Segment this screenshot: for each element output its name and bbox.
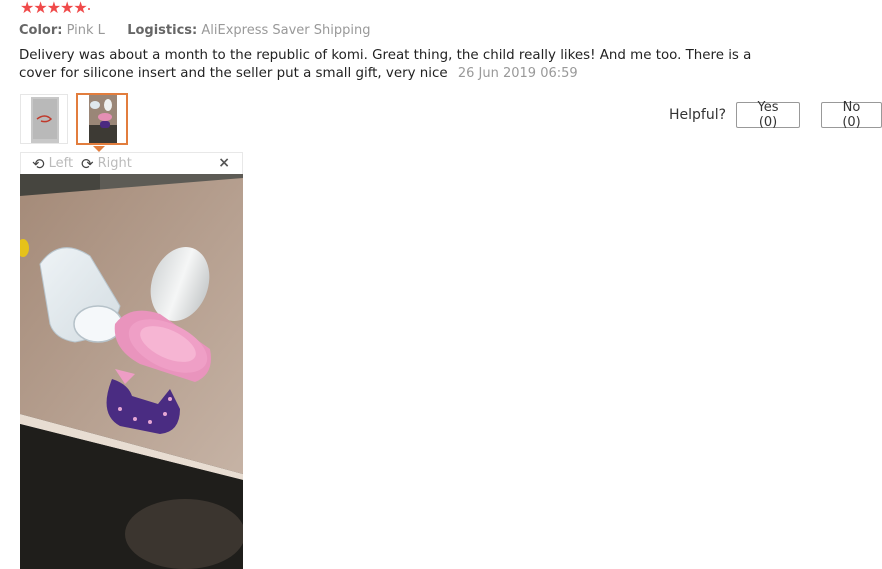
review-date: 26 Jun 2019 06:59 <box>457 66 578 81</box>
rotate-left-label: Left <box>48 156 74 171</box>
rotate-right-icon: ⟳ <box>81 154 94 173</box>
color-label: Color: <box>19 23 63 38</box>
star-icon: ★ <box>73 0 87 17</box>
rotate-right-button[interactable]: ⟳ Right <box>81 155 132 173</box>
viewer-toolbar: ⟲ Left ⟳ Right × <box>20 152 243 174</box>
review-meta: Color: Pink L Logistics: AliExpress Save… <box>19 22 370 40</box>
rating-stars: ★ ★ ★ ★ ★ <box>20 0 90 16</box>
rotate-left-icon: ⟲ <box>32 154 45 173</box>
rotate-right-label: Right <box>97 156 132 171</box>
helpful-section: Helpful? Yes (0) No (0) <box>669 100 882 130</box>
review-photo <box>20 174 243 569</box>
review-thumbnails <box>20 93 136 145</box>
image-viewer: ⟲ Left ⟳ Right × <box>20 152 243 569</box>
close-icon[interactable]: × <box>218 155 230 171</box>
thumbnail-2[interactable] <box>76 93 128 145</box>
helpful-yes-button[interactable]: Yes (0) <box>736 100 801 130</box>
helpful-no-button[interactable]: No (0) <box>821 100 882 130</box>
review-body: Delivery was about a month to the republ… <box>19 47 759 83</box>
dot-icon <box>87 8 90 10</box>
review-text: Delivery was about a month to the republ… <box>19 48 752 81</box>
star-icon: ★ <box>60 0 74 17</box>
star-icon: ★ <box>20 0 34 17</box>
helpful-question: Helpful? <box>669 107 727 123</box>
logistics-value: AliExpress Saver Shipping <box>201 23 371 38</box>
star-icon: ★ <box>33 0 47 17</box>
thumbnail-1-image <box>21 95 67 143</box>
thumbnail-1[interactable] <box>20 94 68 144</box>
rotate-left-button[interactable]: ⟲ Left <box>32 155 73 173</box>
star-icon: ★ <box>46 0 61 17</box>
thumbnail-2-image <box>78 95 126 143</box>
logistics-label: Logistics: <box>127 23 198 38</box>
color-value: Pink L <box>66 23 105 38</box>
